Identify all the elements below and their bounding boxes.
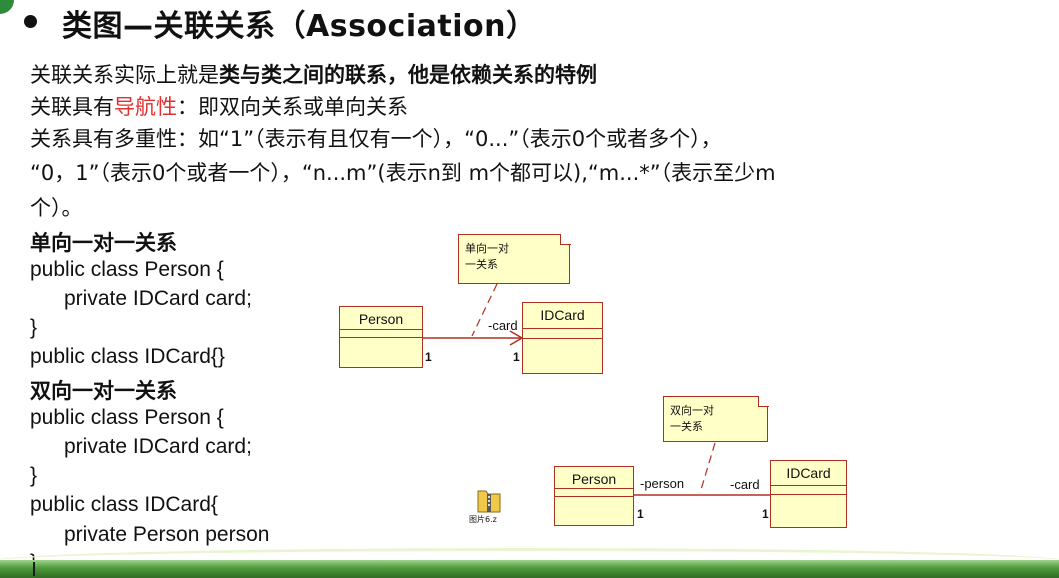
multiplicity-label: 1 bbox=[513, 350, 520, 364]
class-attributes bbox=[555, 489, 633, 497]
role-label: -card bbox=[488, 318, 518, 333]
footer-bar bbox=[0, 560, 1059, 578]
multiplicity-label: 1 bbox=[762, 507, 769, 521]
multiplicity-label: 1 bbox=[425, 350, 432, 364]
role-label: -person bbox=[640, 476, 685, 491]
class-attributes bbox=[771, 486, 846, 495]
uml-connectors bbox=[422, 283, 770, 496]
class-name: IDCard bbox=[523, 303, 602, 330]
class-attributes bbox=[523, 329, 602, 339]
note-text: 一关系 bbox=[465, 258, 498, 271]
note-one-way: 单向一对 一关系 bbox=[458, 233, 571, 284]
uml-class-person: Person bbox=[339, 306, 423, 368]
class-name: Person bbox=[340, 307, 422, 330]
class-name: Person bbox=[555, 467, 633, 489]
note-fold-icon bbox=[559, 233, 571, 245]
note-two-way: 双向一对 一关系 bbox=[663, 395, 769, 442]
role-label: -card bbox=[730, 477, 760, 492]
note-fold-icon bbox=[757, 395, 769, 407]
text-cursor-icon bbox=[33, 562, 35, 576]
class-name: IDCard bbox=[771, 461, 846, 486]
file-caption[interactable]: 图片6.z bbox=[469, 514, 497, 525]
uml-class-idcard: IDCard bbox=[522, 302, 603, 374]
note-text: 双向一对 bbox=[670, 404, 714, 417]
multiplicity-label: 1 bbox=[637, 507, 644, 521]
slide: 类图—关联关系（Association） 关联关系实际上就是类与类之间的联系，他… bbox=[0, 0, 1059, 578]
note-text: 单向一对 bbox=[465, 242, 509, 255]
note-text: 一关系 bbox=[670, 420, 703, 433]
class-attributes bbox=[340, 330, 422, 338]
uml-class-person: Person bbox=[554, 466, 634, 526]
uml-class-idcard: IDCard bbox=[770, 460, 847, 528]
